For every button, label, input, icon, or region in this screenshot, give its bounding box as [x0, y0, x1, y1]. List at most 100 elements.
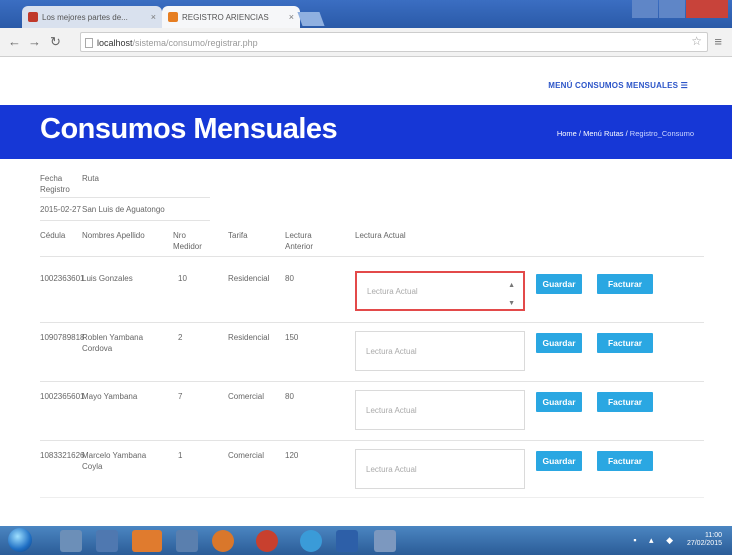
guardar-button[interactable]: Guardar	[536, 274, 582, 294]
facturar-button[interactable]: Facturar	[597, 451, 653, 471]
anterior-cell: 120	[285, 451, 299, 460]
medidor-cell: 1	[178, 451, 183, 460]
tab-2[interactable]: REGISTRO ARIENCIAS ×	[162, 6, 300, 28]
new-tab-button[interactable]	[297, 12, 325, 26]
start-button[interactable]	[8, 528, 32, 552]
windows-taskbar: ▪ ▴ ◆ 11:00 27/02/2015	[0, 526, 732, 555]
cedula-cell: 1002363601	[40, 274, 85, 283]
reload-icon[interactable]: ↻	[50, 34, 61, 50]
media-player-icon[interactable]	[132, 530, 162, 552]
ruta-value: San Luis de Aguatongo	[82, 205, 165, 214]
page-title: Consumos Mensuales	[40, 113, 338, 145]
nombre-cell: Mayo Yambana	[82, 392, 138, 401]
url-path: /sistema/consumo/registrar.php	[132, 38, 258, 48]
chrome-icon[interactable]	[300, 530, 322, 552]
divider	[40, 497, 704, 498]
input-placeholder: Lectura Actual	[366, 346, 417, 356]
anterior-cell: 80	[285, 274, 294, 283]
lectura-actual-input[interactable]: Lectura Actual	[355, 390, 525, 430]
app-icon[interactable]	[96, 530, 118, 552]
guardar-button[interactable]: Guardar	[536, 451, 582, 471]
fecha-value: 2015-02-27	[40, 205, 81, 214]
tray-icons[interactable]: ▪ ▴ ◆	[633, 535, 678, 546]
close-tab-icon[interactable]: ×	[289, 12, 294, 22]
fecha-registro-header: Fecha Registro	[40, 174, 70, 194]
guardar-button[interactable]: Guardar	[536, 392, 582, 412]
lectura-actual-input[interactable]: Lectura Actual	[355, 331, 525, 371]
divider	[40, 256, 704, 257]
browser-window: Los mejores partes de... × REGISTRO ARIE…	[0, 0, 732, 526]
top-navigation: MENÚ CONSUMOS MENSUALES ☰	[0, 57, 732, 105]
ruta-header: Ruta	[82, 174, 99, 183]
divider	[40, 220, 210, 221]
divider	[40, 381, 704, 382]
clock-date: 27/02/2015	[686, 540, 722, 547]
medidor-cell: 2	[178, 333, 183, 342]
clock[interactable]: 11:00 27/02/2015	[687, 532, 722, 548]
bookmark-star-icon[interactable]: ☆	[691, 34, 702, 48]
tarifa-cell: Residencial	[228, 333, 270, 342]
lectura-actual-input[interactable]: Lectura Actual	[355, 449, 525, 489]
input-placeholder: Lectura Actual	[367, 286, 418, 296]
col-nombres: Nombres Apellido	[82, 231, 145, 240]
input-placeholder: Lectura Actual	[366, 464, 417, 474]
col-lectura-anterior: Lectura Anterior	[285, 231, 314, 251]
app-icon[interactable]	[176, 530, 198, 552]
spinner-arrows-icon[interactable]: ▲ ▼	[508, 281, 515, 308]
tarifa-cell: Comercial	[228, 451, 265, 460]
lectura-actual-input[interactable]: Lectura Actual ▲ ▼	[355, 271, 525, 311]
medidor-cell: 10	[178, 274, 187, 283]
favicon-icon	[28, 12, 38, 22]
tab-1-label: Los mejores partes de...	[42, 12, 128, 22]
maximize-button[interactable]	[659, 0, 685, 18]
cedula-cell: 1002365601	[40, 392, 85, 401]
page-icon	[85, 38, 93, 48]
menu-consumos-link[interactable]: MENÚ CONSUMOS MENSUALES ☰	[548, 81, 688, 90]
breadcrumb-home[interactable]: Home	[557, 129, 577, 138]
divider	[40, 322, 704, 323]
clock-time: 11:00	[705, 532, 722, 539]
chrome-menu-icon[interactable]: ≡	[714, 34, 722, 49]
nombre-cell: Luis Gonzales	[82, 274, 133, 283]
address-bar-area: ← → ↻ localhost/sistema/consumo/registra…	[0, 28, 732, 57]
breadcrumb-menu[interactable]: Menú Rutas	[583, 129, 623, 138]
word-icon[interactable]	[336, 530, 358, 552]
anterior-cell: 80	[285, 392, 294, 401]
tarifa-cell: Residencial	[228, 274, 270, 283]
facturar-button[interactable]: Facturar	[597, 392, 653, 412]
url-host: localhost	[97, 38, 133, 48]
window-controls	[631, 0, 728, 18]
divider	[40, 197, 210, 198]
cedula-cell: 1083321626	[40, 451, 85, 460]
col-lectura-actual: Lectura Actual	[355, 231, 406, 240]
cedula-cell: 1090789818	[40, 333, 85, 342]
back-icon[interactable]: ←	[8, 34, 21, 49]
desktop-icon[interactable]	[60, 530, 82, 552]
breadcrumb: Home / Menú Rutas / Registro_Consumo	[556, 129, 694, 138]
opera-icon[interactable]	[256, 530, 278, 552]
close-tab-icon[interactable]: ×	[151, 12, 156, 22]
col-cedula: Cédula	[40, 231, 66, 240]
firefox-icon[interactable]	[212, 530, 234, 552]
guardar-button[interactable]: Guardar	[536, 333, 582, 353]
col-tarifa: Tarifa	[228, 231, 248, 240]
col-medidor: Nro Medidor	[173, 231, 202, 251]
tarifa-cell: Comercial	[228, 392, 265, 401]
web-page: MENÚ CONSUMOS MENSUALES ☰ Consumos Mensu…	[0, 57, 732, 526]
app-icon[interactable]	[374, 530, 396, 552]
tab-1[interactable]: Los mejores partes de... ×	[22, 6, 162, 28]
favicon-icon	[168, 12, 178, 22]
input-placeholder: Lectura Actual	[366, 405, 417, 415]
close-window-button[interactable]	[686, 0, 728, 18]
tab-2-label: REGISTRO ARIENCIAS	[182, 12, 269, 22]
url-input[interactable]: localhost/sistema/consumo/registrar.php	[80, 32, 708, 52]
medidor-cell: 7	[178, 392, 183, 401]
nombre-cell: Roblen Yambana Cordova	[82, 333, 144, 353]
forward-icon[interactable]: →	[28, 34, 41, 49]
minimize-button[interactable]	[632, 0, 658, 18]
facturar-button[interactable]: Facturar	[597, 274, 653, 294]
anterior-cell: 150	[285, 333, 299, 342]
breadcrumb-current: Registro_Consumo	[629, 129, 694, 138]
facturar-button[interactable]: Facturar	[597, 333, 653, 353]
nombre-cell: Marcelo Yambana Coyla	[82, 451, 147, 471]
